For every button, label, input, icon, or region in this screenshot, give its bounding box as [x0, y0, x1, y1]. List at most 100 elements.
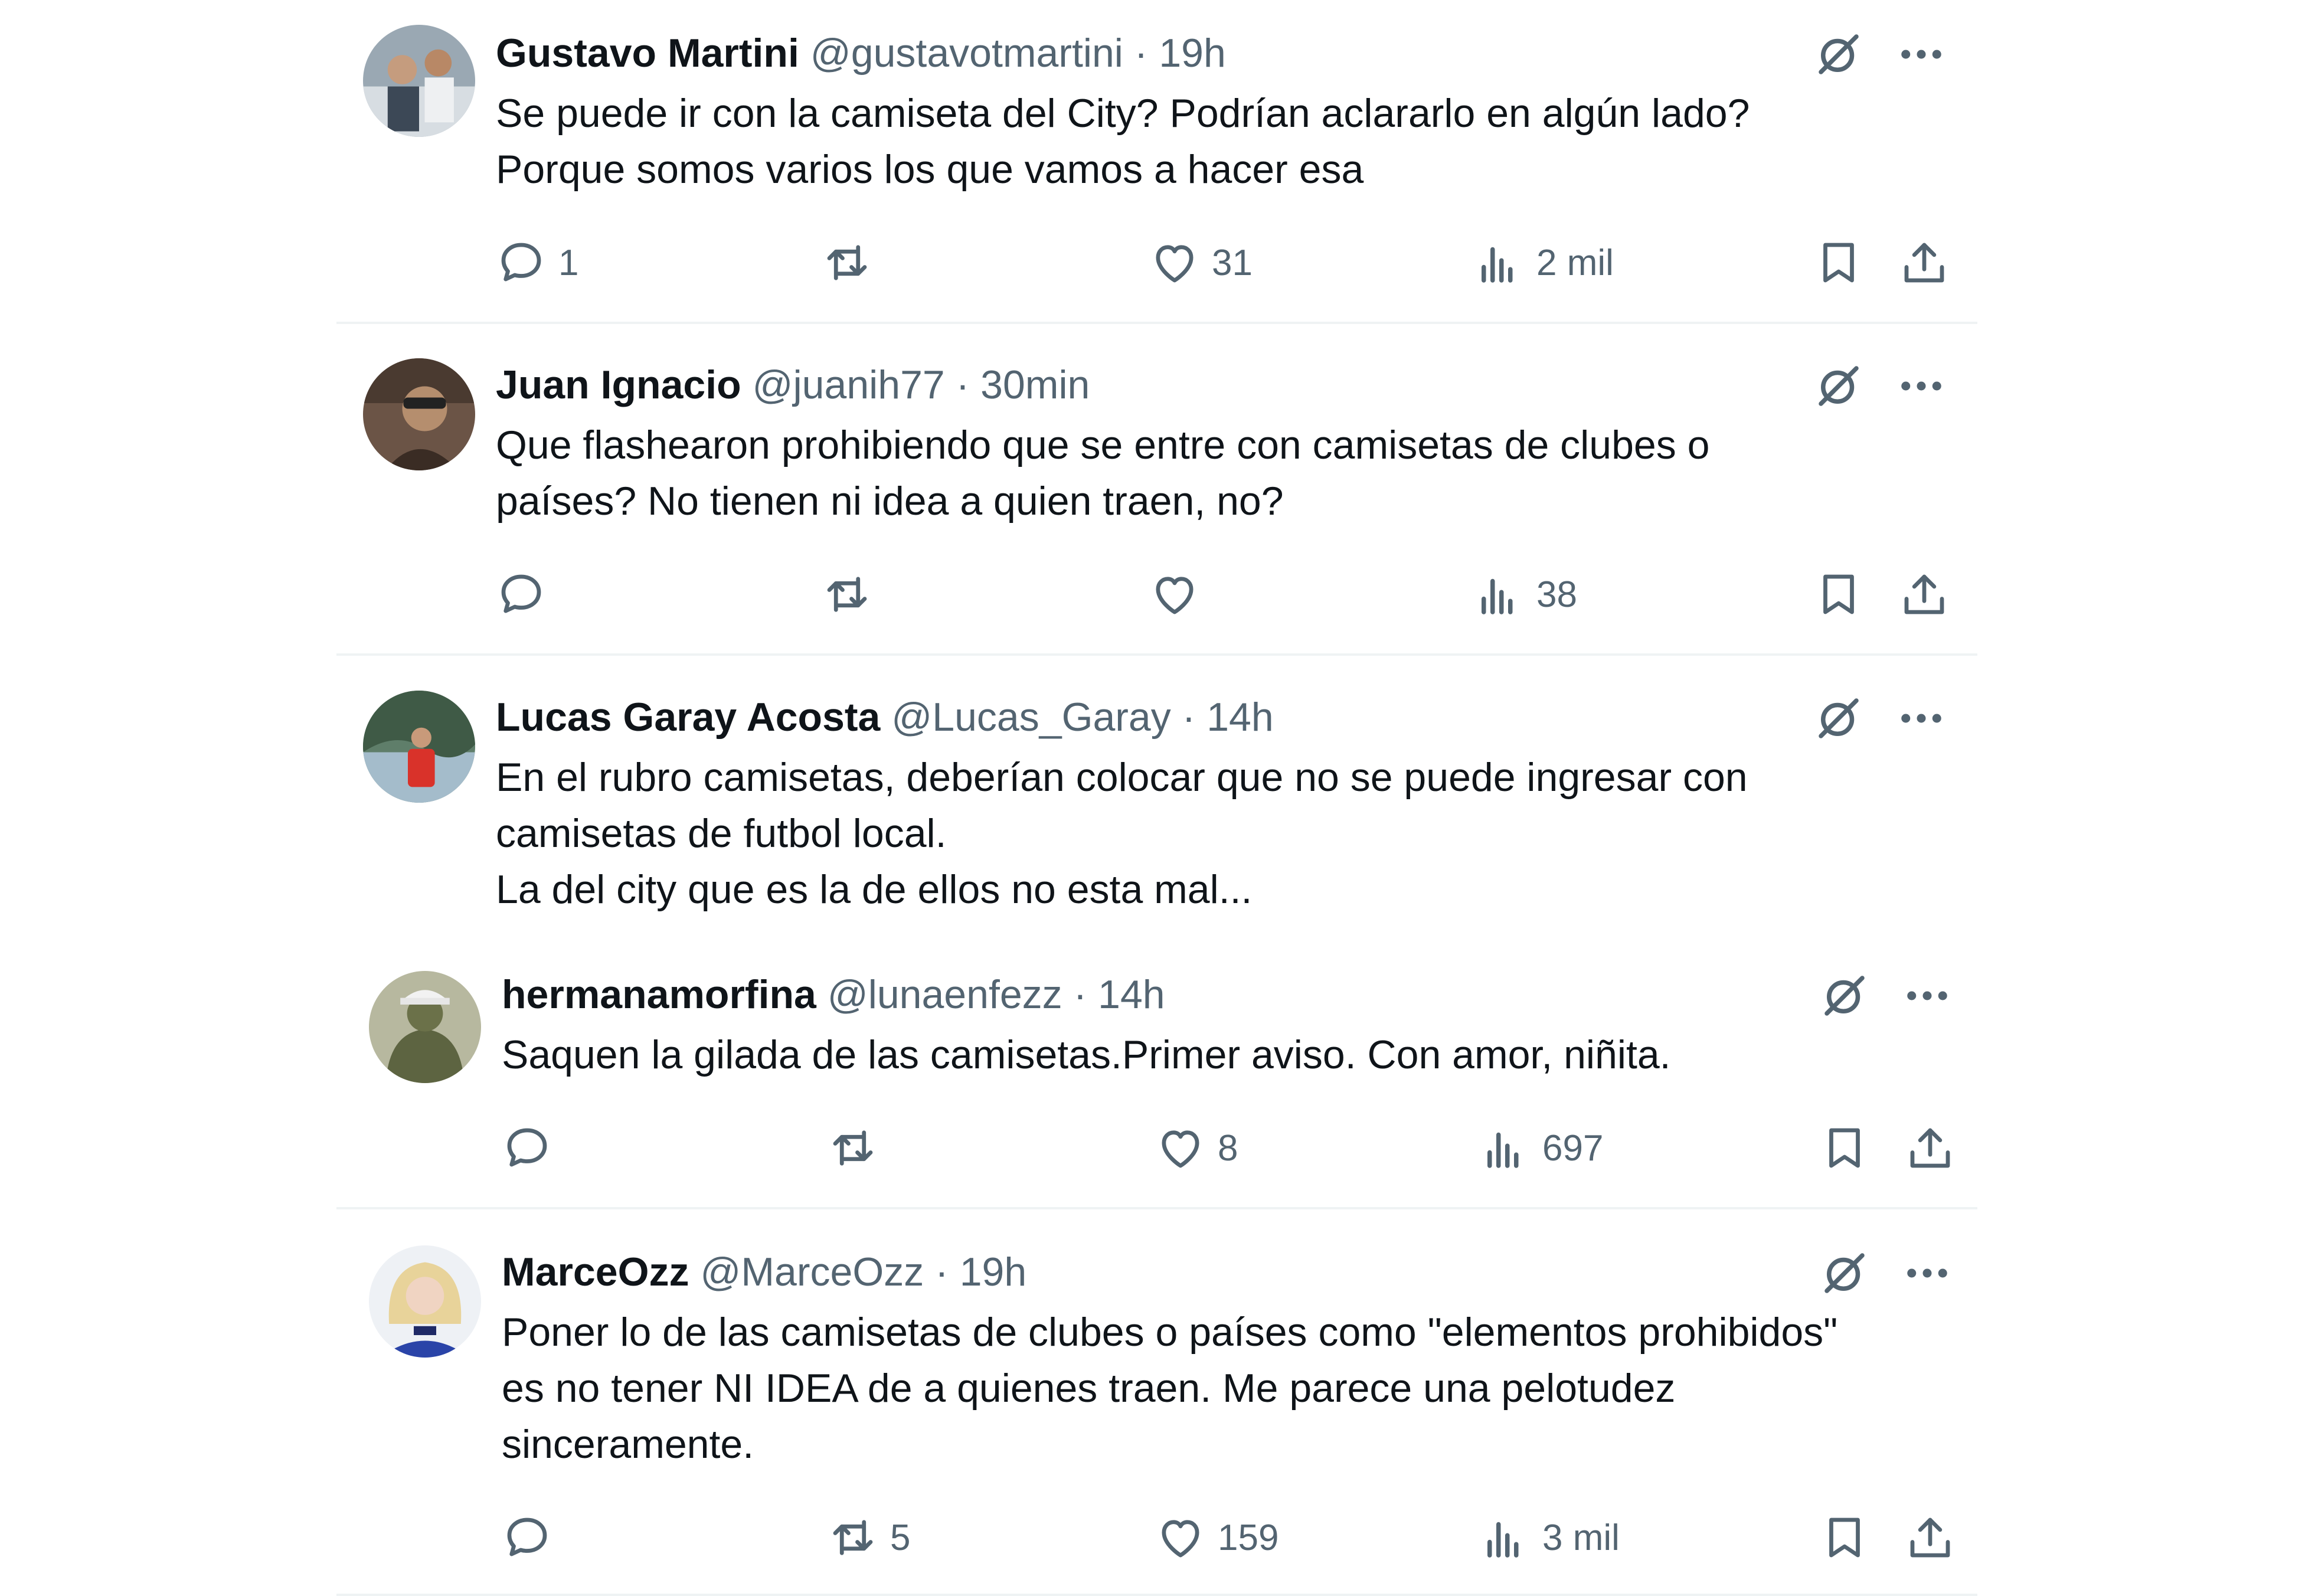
tweet-text: Saquen la gilada de las camisetas.Primer… [502, 1032, 1671, 1077]
display-name[interactable]: Gustavo Martini [496, 31, 799, 76]
bookmark-icon [1823, 243, 1854, 283]
user-handle[interactable]: @MarceOzz [700, 1250, 924, 1294]
grok-icon[interactable] [1812, 692, 1865, 745]
separator: · [1073, 972, 1087, 1017]
user-handle[interactable]: @Lucas_Garay [891, 695, 1170, 740]
timestamp[interactable]: 30min [980, 362, 1090, 407]
grok-icon[interactable] [1812, 359, 1865, 413]
separator: · [1134, 31, 1148, 76]
divider [336, 322, 1977, 324]
retweet-button[interactable] [820, 565, 884, 624]
separator: · [1182, 695, 1196, 740]
tweet[interactable]: Juan Ignacio @juanih77 · 30min Que flash… [336, 332, 1977, 655]
share-button[interactable] [1904, 1118, 1957, 1178]
tweet[interactable]: Gustavo Martini @gustavotmartini · 19h S… [336, 0, 1977, 325]
share-icon [1904, 243, 1944, 283]
user-handle[interactable]: @lunaenfezz [828, 972, 1062, 1017]
reply-icon [501, 243, 541, 282]
separator: · [935, 1250, 949, 1294]
user-handle[interactable]: @gustavotmartini [810, 31, 1123, 76]
divider [336, 1594, 1977, 1596]
tweet-text: Poner lo de las camisetas de clubes o pa… [502, 1310, 1838, 1467]
like-icon [1162, 1130, 1199, 1168]
share-button[interactable] [1898, 565, 1951, 624]
retweet-icon [833, 1130, 873, 1166]
reply-button[interactable]: 1 [495, 233, 578, 292]
more-icon[interactable] [1901, 1247, 1954, 1300]
reply-button[interactable] [501, 1118, 564, 1178]
tweet-header: hermanamorfina @lunaenfezz · 14h [502, 968, 1165, 1021]
timestamp[interactable]: 19h [960, 1250, 1026, 1294]
display-name[interactable]: Lucas Garay Acosta [496, 695, 880, 740]
grok-icon[interactable] [1812, 28, 1865, 81]
views-button[interactable]: 3 mil [1479, 1508, 1620, 1567]
bookmark-icon [1823, 574, 1854, 614]
more-icon[interactable] [1895, 359, 1948, 413]
grok-icon[interactable] [1818, 1247, 1871, 1300]
tweet[interactable]: MarceOzz @MarceOzz · 19h Poner lo de las… [336, 1219, 1977, 1594]
retweet-button[interactable]: 5 [826, 1508, 910, 1567]
share-button[interactable] [1898, 233, 1951, 292]
avatar[interactable] [363, 358, 475, 470]
avatar[interactable] [369, 1245, 481, 1358]
like-icon [1156, 577, 1193, 614]
bookmark-icon [1829, 1128, 1860, 1168]
like-button[interactable]: 8 [1154, 1118, 1238, 1178]
views-button[interactable]: 38 [1473, 565, 1577, 624]
divider [336, 1207, 1977, 1209]
tweet-header: Gustavo Martini @gustavotmartini · 19h [496, 27, 1226, 80]
bookmark-button[interactable] [1812, 233, 1865, 292]
tweet-header: MarceOzz @MarceOzz · 19h [502, 1245, 1026, 1299]
like-count: 159 [1218, 1517, 1279, 1558]
retweet-icon [833, 1520, 873, 1555]
views-button[interactable]: 697 [1479, 1118, 1603, 1178]
tweet-text: En el rubro camisetas, deberían colocar … [496, 755, 1748, 912]
bookmark-button[interactable] [1812, 565, 1865, 624]
views-icon [1482, 578, 1513, 614]
bookmark-icon [1829, 1517, 1860, 1558]
tweet-text: Se puede ir con la camiseta del City? Po… [496, 91, 1750, 192]
share-button[interactable] [1904, 1508, 1957, 1567]
like-button[interactable] [1148, 565, 1212, 624]
reply-button[interactable] [495, 565, 558, 624]
retweet-icon [827, 577, 867, 612]
reply-button[interactable] [501, 1508, 564, 1567]
display-name[interactable]: MarceOzz [502, 1250, 689, 1294]
bookmark-button[interactable] [1818, 1118, 1871, 1178]
user-handle[interactable]: @juanih77 [753, 362, 945, 407]
separator: · [956, 362, 970, 407]
share-icon [1910, 1128, 1950, 1168]
more-icon[interactable] [1895, 692, 1948, 745]
views-icon [1482, 247, 1513, 283]
retweet-button[interactable] [826, 1118, 890, 1178]
retweet-button[interactable] [820, 233, 884, 292]
divider [336, 653, 1977, 656]
like-button[interactable]: 31 [1148, 233, 1253, 292]
like-button[interactable]: 159 [1154, 1508, 1278, 1567]
tweet[interactable]: Lucas Garay Acosta @Lucas_Garay · 14h En… [336, 664, 1977, 941]
avatar[interactable] [369, 971, 481, 1083]
reply-count: 1 [558, 242, 579, 283]
views-button[interactable]: 2 mil [1473, 233, 1614, 292]
view-count: 697 [1542, 1127, 1604, 1169]
tweet[interactable]: hermanamorfina @lunaenfezz · 14h Saquen … [336, 941, 1977, 1201]
grok-icon[interactable] [1818, 969, 1871, 1022]
more-icon[interactable] [1901, 969, 1954, 1022]
more-icon[interactable] [1895, 28, 1948, 81]
avatar[interactable] [363, 25, 475, 137]
view-count: 3 mil [1542, 1517, 1620, 1558]
reply-icon [507, 1128, 547, 1167]
avatar[interactable] [363, 691, 475, 803]
timestamp[interactable]: 14h [1098, 972, 1165, 1017]
display-name[interactable]: Juan Ignacio [496, 362, 741, 407]
timestamp[interactable]: 19h [1159, 31, 1225, 76]
like-icon [1156, 245, 1193, 283]
bookmark-button[interactable] [1818, 1508, 1871, 1567]
retweet-count: 5 [890, 1517, 911, 1558]
reply-icon [501, 574, 541, 613]
like-count: 8 [1218, 1127, 1238, 1169]
timestamp[interactable]: 14h [1206, 695, 1273, 740]
views-icon [1487, 1132, 1519, 1168]
display-name[interactable]: hermanamorfina [502, 972, 816, 1017]
tweet-text: Que flashearon prohibiendo que se entre … [496, 423, 1710, 524]
